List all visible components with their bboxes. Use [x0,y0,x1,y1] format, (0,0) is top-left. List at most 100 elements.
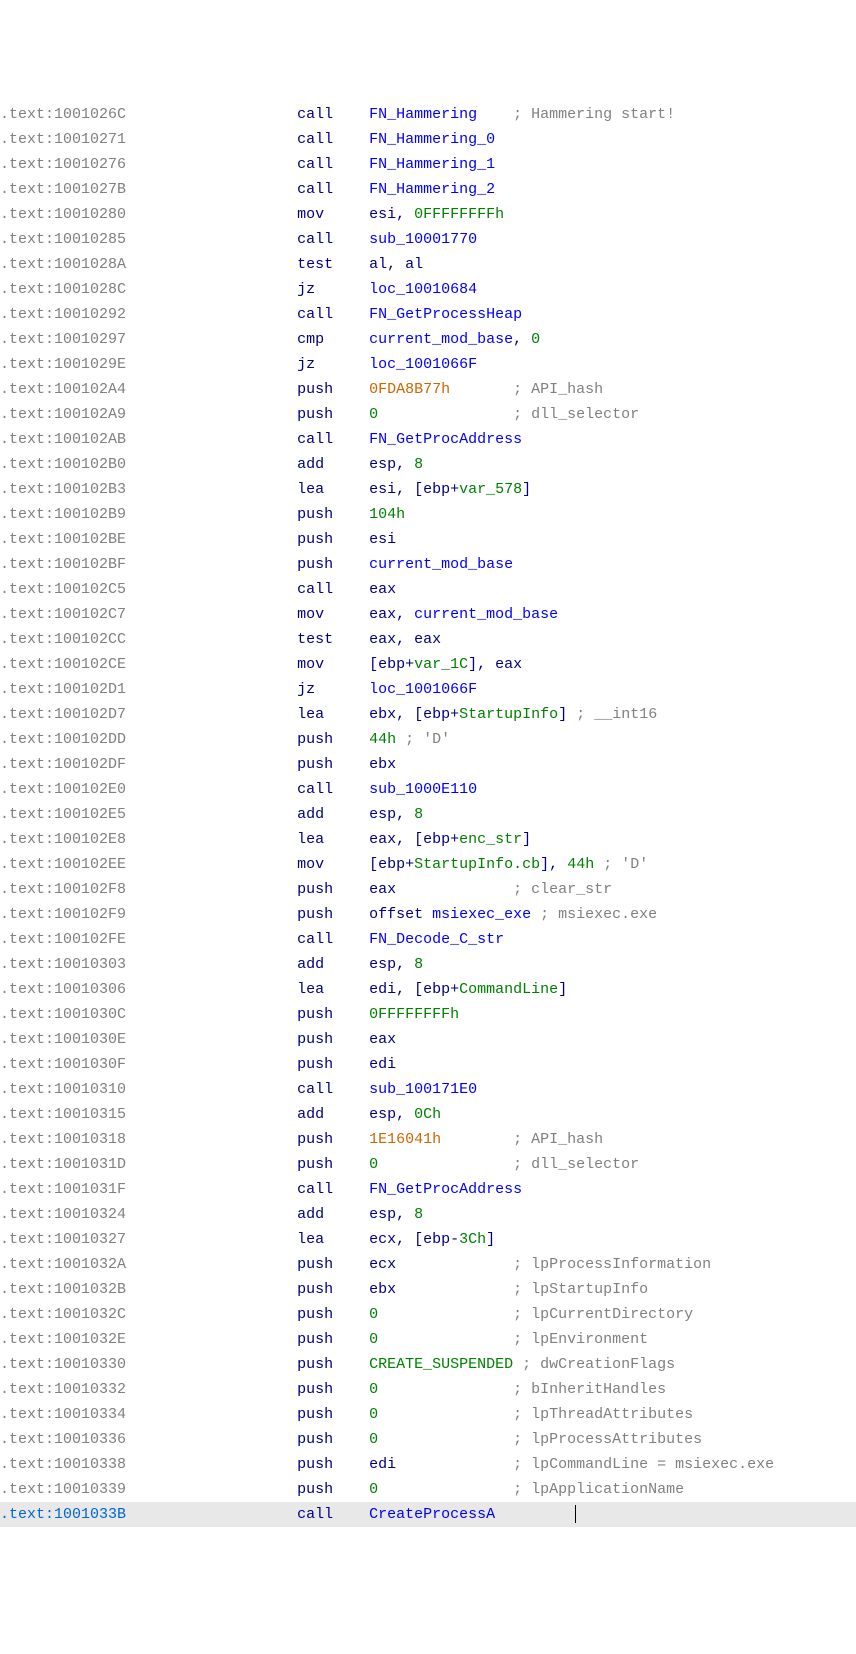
address: 100102B3 [54,481,126,498]
disasm-line[interactable]: .text:10010285 call sub_10001770 [0,227,856,252]
disasm-line[interactable]: .text:10010318 push 1E16041h ; API_hash [0,1127,856,1152]
disasm-line[interactable]: .text:1001027B call FN_Hammering_2 [0,177,856,202]
disasm-line[interactable]: .text:100102B9 push 104h [0,502,856,527]
segment-label: .text [0,431,45,448]
disasm-line[interactable]: .text:100102BF push current_mod_base [0,552,856,577]
disasm-line[interactable]: .text:1001030F push edi [0,1052,856,1077]
disasm-line[interactable]: .text:10010338 push edi ; lpCommandLine … [0,1452,856,1477]
disasm-line[interactable]: .text:100102A4 push 0FDA8B77h ; API_hash [0,377,856,402]
disasm-line[interactable]: .text:1001029E jz loc_1001066F [0,352,856,377]
disasm-line[interactable]: .text:1001032E push 0 ; lpEnvironment [0,1327,856,1352]
disasm-line[interactable]: .text:1001032C push 0 ; lpCurrentDirecto… [0,1302,856,1327]
disasm-line[interactable]: .text:100102C7 mov eax, current_mod_base [0,602,856,627]
disasm-line[interactable]: .text:100102B0 add esp, 8 [0,452,856,477]
mnemonic: jz [297,356,369,373]
disasm-line[interactable]: .text:100102CE mov [ebp+var_1C], eax [0,652,856,677]
operand-num: 104h [369,506,405,523]
disasm-line[interactable]: .text:10010336 push 0 ; lpProcessAttribu… [0,1427,856,1452]
addr-colon: : [45,1381,54,1398]
mnemonic: call [297,306,369,323]
addr-colon: : [45,781,54,798]
disasm-line[interactable]: .text:100102D7 lea ebx, [ebp+StartupInfo… [0,702,856,727]
operand-num: 8 [414,1206,423,1223]
disasm-line[interactable]: .text:1001030C push 0FFFFFFFFh [0,1002,856,1027]
disasm-line[interactable]: .text:1001028C jz loc_10010684 [0,277,856,302]
operand-num: 0 [369,1481,378,1498]
disasm-line[interactable]: .text:10010332 push 0 ; bInheritHandles [0,1377,856,1402]
disasm-line[interactable]: .text:1001032B push ebx ; lpStartupInfo [0,1277,856,1302]
address: 1001031D [54,1156,126,1173]
addr-colon: : [45,1306,54,1323]
mnemonic: call [297,106,369,123]
disasm-line[interactable]: .text:10010310 call sub_100171E0 [0,1077,856,1102]
addr-colon: : [45,1356,54,1373]
disasm-line[interactable]: .text:100102DF push ebx [0,752,856,777]
disasm-line[interactable]: .text:100102EE mov [ebp+StartupInfo.cb],… [0,852,856,877]
disassembly-listing[interactable]: .text:1001026C call FN_Hammering ; Hamme… [0,102,856,1527]
disasm-line[interactable]: .text:1001026C call FN_Hammering ; Hamme… [0,102,856,127]
segment-label: .text [0,1181,45,1198]
disasm-line[interactable]: .text:10010276 call FN_Hammering_1 [0,152,856,177]
disasm-line[interactable]: .text:100102D1 jz loc_1001066F [0,677,856,702]
address: 1001031F [54,1181,126,1198]
disasm-line[interactable]: .text:100102FE call FN_Decode_C_str [0,927,856,952]
mnemonic: mov [297,206,369,223]
segment-label: .text [0,481,45,498]
disasm-line[interactable]: .text:100102A9 push 0 ; dll_selector [0,402,856,427]
disasm-line[interactable]: .text:100102AB call FN_GetProcAddress [0,427,856,452]
segment-label: .text [0,681,45,698]
disasm-line[interactable]: .text:10010327 lea ecx, [ebp-3Ch] [0,1227,856,1252]
segment-label: .text [0,1056,45,1073]
operand-loc: current_mod_base [369,556,513,573]
operand-const: CREATE_SUSPENDED [369,1356,513,1373]
address: 10010303 [54,956,126,973]
mnemonic: push [297,1331,369,1348]
disasm-line[interactable]: .text:100102E0 call sub_1000E110 [0,777,856,802]
disasm-line[interactable]: .text:1001033B call CreateProcessA [0,1502,856,1527]
comment: ; clear_str [513,881,612,898]
operand-func: FN_GetProcAddress [369,1181,522,1198]
segment-label: .text [0,956,45,973]
disasm-line[interactable]: .text:1001031D push 0 ; dll_selector [0,1152,856,1177]
disasm-line[interactable]: .text:1001032A push ecx ; lpProcessInfor… [0,1252,856,1277]
disasm-line[interactable]: .text:10010334 push 0 ; lpThreadAttribut… [0,1402,856,1427]
disasm-line[interactable]: .text:10010339 push 0 ; lpApplicationNam… [0,1477,856,1502]
disasm-line[interactable]: .text:100102BE push esi [0,527,856,552]
segment-label: .text [0,1281,45,1298]
segment-label: .text [0,306,45,323]
operand-loc: current_mod_base [414,606,558,623]
operand-num: 44h [369,731,396,748]
disasm-line[interactable]: .text:10010324 add esp, 8 [0,1202,856,1227]
addr-colon: : [45,1431,54,1448]
disasm-line[interactable]: .text:100102DD push 44h ; 'D' [0,727,856,752]
operand-punct: + [405,856,414,873]
operand-reg: ebp [378,656,405,673]
disasm-line[interactable]: .text:100102E5 add esp, 8 [0,802,856,827]
disasm-line[interactable]: .text:10010330 push CREATE_SUSPENDED ; d… [0,1352,856,1377]
disasm-line[interactable]: .text:100102CC test eax, eax [0,627,856,652]
disasm-line[interactable]: .text:1001031F call FN_GetProcAddress [0,1177,856,1202]
mnemonic: push [297,1481,369,1498]
address: 100102C7 [54,606,126,623]
disasm-line[interactable]: .text:10010297 cmp current_mod_base, 0 [0,327,856,352]
disasm-line[interactable]: .text:1001028A test al, al [0,252,856,277]
address: 10010338 [54,1456,126,1473]
operand-reg: ebp [378,856,405,873]
disasm-line[interactable]: .text:10010303 add esp, 8 [0,952,856,977]
disasm-line[interactable]: .text:100102E8 lea eax, [ebp+enc_str] [0,827,856,852]
disasm-line[interactable]: .text:100102B3 lea esi, [ebp+var_578] [0,477,856,502]
disasm-line[interactable]: .text:10010292 call FN_GetProcessHeap [0,302,856,327]
operand-num: 0 [369,1431,378,1448]
disasm-line[interactable]: .text:100102F8 push eax ; clear_str [0,877,856,902]
operand-func: FN_Hammering_1 [369,156,495,173]
disasm-line[interactable]: .text:10010306 lea edi, [ebp+CommandLine… [0,977,856,1002]
disasm-line[interactable]: .text:1001030E push eax [0,1027,856,1052]
disasm-line[interactable]: .text:10010280 mov esi, 0FFFFFFFFh [0,202,856,227]
disasm-line[interactable]: .text:10010315 add esp, 0Ch [0,1102,856,1127]
mnemonic: push [297,731,369,748]
address: 10010334 [54,1406,126,1423]
addr-colon: : [45,581,54,598]
disasm-line[interactable]: .text:10010271 call FN_Hammering_0 [0,127,856,152]
disasm-line[interactable]: .text:100102C5 call eax [0,577,856,602]
disasm-line[interactable]: .text:100102F9 push offset msiexec_exe ;… [0,902,856,927]
